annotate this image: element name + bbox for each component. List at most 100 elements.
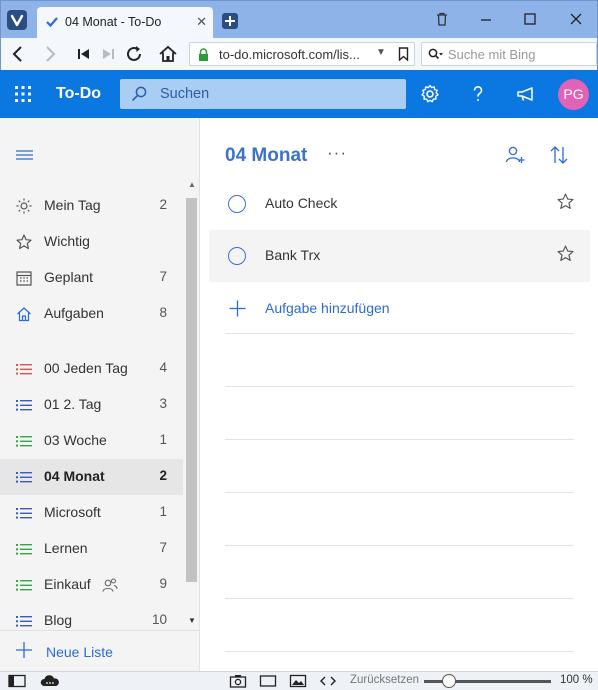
- sidebar-list-01-2-tag[interactable]: 01 2. Tag 3: [0, 387, 183, 423]
- user-avatar[interactable]: PG: [558, 79, 589, 110]
- forward-icon[interactable]: [39, 43, 61, 65]
- sidebar-list-count: 9: [159, 576, 167, 591]
- back-icon[interactable]: [7, 43, 29, 65]
- panel-toggle-icon[interactable]: [8, 674, 26, 688]
- add-task-button[interactable]: Aufgabe hinzufügen: [209, 282, 590, 334]
- list-title[interactable]: 04 Monat: [225, 145, 307, 167]
- sidebar-list-03-woche[interactable]: 03 Woche 1: [0, 423, 183, 459]
- task-list-panel: 04 Monat ··· Auto Check Bank Trx Aufgabe…: [201, 118, 598, 672]
- sidebar-item-wichtig[interactable]: Wichtig: [0, 224, 183, 260]
- sidebar-list-label: Einkauf: [44, 576, 91, 592]
- fast-forward-icon[interactable]: [97, 43, 119, 65]
- sun-icon: [16, 198, 32, 214]
- sidebar-list-count: 2: [159, 468, 167, 483]
- sidebar-list-label: 00 Jeden Tag: [44, 360, 128, 376]
- sidebar-list-count: 4: [159, 360, 167, 375]
- scroll-down-icon[interactable]: ▼: [188, 616, 196, 625]
- todo-favicon-icon: [45, 15, 59, 32]
- app-search-placeholder: Suchen: [160, 86, 210, 102]
- sidebar-item-label: Wichtig: [44, 233, 90, 249]
- sidebar-list-label: Lernen: [44, 540, 88, 556]
- sidebar-list-count: 10: [151, 612, 167, 627]
- tab-close-icon[interactable]: ✕: [196, 14, 207, 30]
- new-list-button[interactable]: Neue Liste: [0, 630, 199, 672]
- star-icon[interactable]: [557, 193, 574, 213]
- image-toggle-icon[interactable]: [289, 674, 307, 688]
- url-dropdown-icon[interactable]: ▼: [376, 47, 386, 58]
- zoom-slider-thumb[interactable]: [442, 674, 456, 688]
- divider: [225, 492, 574, 493]
- rewind-icon[interactable]: [73, 43, 95, 65]
- sidebar-list-04-monat[interactable]: 04 Monat 2: [0, 459, 183, 495]
- sidebar-list-lernen[interactable]: Lernen 7: [0, 531, 183, 567]
- sidebar-item-geplant[interactable]: Geplant 7: [0, 260, 183, 296]
- list-icon: [16, 361, 32, 377]
- trash-icon[interactable]: [427, 7, 457, 31]
- cloud-sync-icon[interactable]: [40, 674, 60, 688]
- hamburger-menu-icon[interactable]: [16, 148, 33, 162]
- list-icon: [16, 613, 32, 629]
- sidebar-list-microsoft[interactable]: Microsoft 1: [0, 495, 183, 531]
- address-bar[interactable]: to-do.microsoft.com/lis... ▼: [189, 42, 415, 66]
- browser-status-bar: Zurücksetzen 100 %: [0, 671, 598, 690]
- address-toolbar: to-do.microsoft.com/lis... ▼ Suche mit B…: [0, 38, 598, 70]
- add-task-label: Aufgabe hinzufügen: [265, 300, 390, 316]
- minimize-icon[interactable]: [471, 7, 501, 31]
- browser-search-field[interactable]: Suche mit Bing: [421, 42, 597, 66]
- reload-icon[interactable]: [123, 43, 145, 65]
- sidebar-item-mein-tag[interactable]: Mein Tag 2: [0, 188, 183, 224]
- search-engine-icon[interactable]: [428, 48, 443, 64]
- sidebar-scrollbar[interactable]: ▲ ▼: [184, 180, 199, 630]
- divider: [225, 439, 574, 440]
- url-text: to-do.microsoft.com/lis...: [219, 47, 360, 62]
- task-row[interactable]: Bank Trx: [209, 230, 590, 282]
- app-title[interactable]: To-Do: [56, 85, 101, 103]
- scroll-up-icon[interactable]: ▲: [188, 180, 196, 189]
- capture-camera-icon[interactable]: [229, 674, 247, 688]
- browser-tab[interactable]: 04 Monat - To-Do ✕: [37, 7, 213, 39]
- task-row[interactable]: Auto Check: [209, 178, 590, 230]
- zoom-reset-button[interactable]: Zurücksetzen: [350, 674, 419, 686]
- search-icon: [131, 86, 147, 102]
- divider: [225, 333, 574, 334]
- sidebar-item-count: 7: [159, 269, 167, 284]
- task-complete-checkbox[interactable]: [228, 247, 246, 265]
- browser-menu-icon[interactable]: [7, 10, 27, 30]
- tile-window-icon[interactable]: [259, 674, 277, 688]
- home-icon[interactable]: [157, 43, 179, 65]
- lock-icon: [197, 48, 210, 65]
- list-icon: [16, 469, 32, 485]
- maximize-icon[interactable]: [515, 7, 545, 31]
- sidebar-list-einkauf[interactable]: Einkauf 9: [0, 567, 183, 603]
- sidebar: Mein Tag 2 Wichtig Geplant 7 Aufgaben 8 …: [0, 118, 200, 672]
- bookmark-icon[interactable]: [398, 47, 409, 64]
- task-complete-checkbox[interactable]: [228, 195, 246, 213]
- zoom-level: 100 %: [560, 674, 593, 686]
- feedback-megaphone-icon[interactable]: [514, 82, 538, 106]
- divider: [225, 545, 574, 546]
- list-icon: [16, 541, 32, 557]
- page-actions-icon[interactable]: [319, 674, 337, 688]
- app-launcher-icon[interactable]: [15, 86, 31, 102]
- divider: [225, 598, 574, 599]
- app-search-input[interactable]: Suchen: [120, 79, 406, 109]
- sidebar-list-count: 7: [159, 540, 167, 555]
- share-list-icon[interactable]: [504, 144, 526, 166]
- sidebar-item-count: 8: [159, 305, 167, 320]
- divider: [225, 386, 574, 387]
- scrollbar-thumb[interactable]: [186, 198, 197, 582]
- sidebar-item-aufgaben[interactable]: Aufgaben 8: [0, 296, 183, 332]
- help-icon[interactable]: [466, 82, 490, 106]
- new-tab-icon[interactable]: [222, 13, 238, 29]
- new-list-label: Neue Liste: [46, 644, 113, 660]
- sidebar-list-00-jeden-tag[interactable]: 00 Jeden Tag 4: [0, 351, 183, 387]
- star-icon[interactable]: [557, 245, 574, 265]
- settings-gear-icon[interactable]: [418, 82, 442, 106]
- sidebar-list-label: 03 Woche: [44, 432, 107, 448]
- close-window-icon[interactable]: [561, 7, 591, 31]
- sidebar-item-label: Mein Tag: [44, 197, 101, 213]
- sort-icon[interactable]: [548, 144, 570, 166]
- list-options-button[interactable]: ···: [327, 143, 347, 163]
- star-icon: [16, 234, 32, 250]
- browser-search-placeholder: Suche mit Bing: [448, 47, 536, 62]
